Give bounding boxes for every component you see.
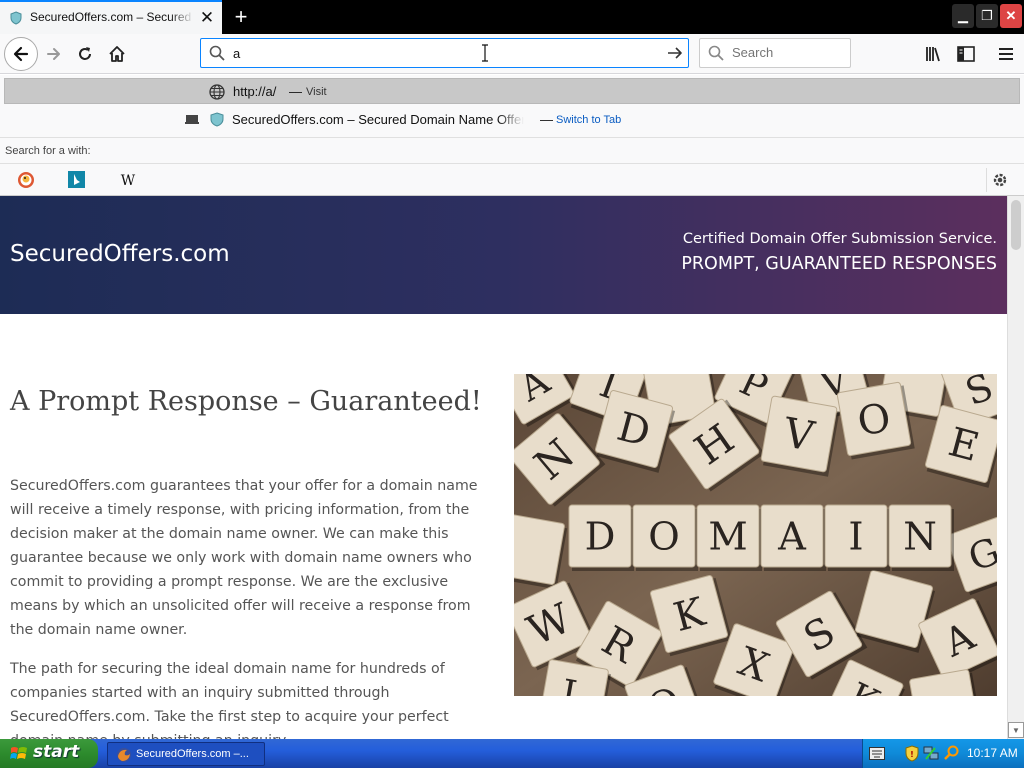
arrow-right-icon xyxy=(47,48,60,60)
page-headline: A Prompt Response – Guaranteed! xyxy=(10,386,482,417)
windows-taskbar: start SecuredOffers.com –... ! 10:17 AM xyxy=(0,739,1024,768)
go-arrow-icon[interactable] xyxy=(664,42,686,64)
start-label: start xyxy=(33,742,80,762)
home-button[interactable] xyxy=(103,40,131,68)
arrow-left-icon xyxy=(13,46,29,62)
restore-button[interactable]: ❐ xyxy=(976,4,998,28)
keyboard-icon[interactable] xyxy=(869,747,885,760)
search-bar[interactable] xyxy=(699,38,851,68)
new-tab-button[interactable]: + xyxy=(228,4,254,30)
back-button[interactable] xyxy=(4,37,38,71)
autocomplete-row-visit[interactable]: http://a/ — Visit xyxy=(4,78,1020,104)
autocomplete-row-switch-tab[interactable]: SecuredOffers.com – Secured Domain Name … xyxy=(4,107,1020,133)
switch-to-tab-action: Switch to Tab xyxy=(556,114,622,126)
taskbar-window-firefox[interactable]: SecuredOffers.com –... xyxy=(107,742,265,766)
network-icon[interactable] xyxy=(923,745,939,761)
svg-text:I: I xyxy=(848,515,863,560)
page-header-banner: SecuredOffers.com Certified Domain Offer… xyxy=(0,196,1007,314)
word-tile-m-2: M xyxy=(696,504,762,571)
scroll-thumb[interactable] xyxy=(1011,200,1021,250)
search-for-header: Search for a with: xyxy=(0,137,1024,162)
gear-icon[interactable] xyxy=(986,168,1012,192)
path-paragraph: The path for securing the ideal domain n… xyxy=(10,661,449,739)
svg-text:W: W xyxy=(121,173,136,189)
forward-button[interactable] xyxy=(40,40,68,68)
bing-icon[interactable] xyxy=(64,168,90,192)
svg-text:M: M xyxy=(708,515,747,560)
svg-text:A: A xyxy=(777,515,807,560)
security-shield-icon[interactable]: ! xyxy=(905,745,919,762)
duckduckgo-icon[interactable] xyxy=(13,168,39,192)
letter-tiles-illustration: AIPVSNDHVOEGWRKXSALOK DOMAIN xyxy=(514,374,997,696)
clock: 10:17 AM xyxy=(967,746,1018,760)
svg-text:N: N xyxy=(903,515,937,560)
close-icon[interactable]: ✕ xyxy=(198,9,216,27)
word-tile-n-5: N xyxy=(888,504,954,571)
search-icon[interactable] xyxy=(943,745,959,761)
url-bar[interactable] xyxy=(200,38,689,68)
web-page: SecuredOffers.com Certified Domain Offer… xyxy=(0,196,1007,739)
svg-text:D: D xyxy=(585,515,616,560)
site-title[interactable]: SecuredOffers.com xyxy=(10,241,230,267)
domain-tiles-image: AIPVSNDHVOEGWRKXSALOK DOMAIN xyxy=(514,374,997,696)
svg-text:O: O xyxy=(648,515,680,560)
minimize-button[interactable]: ▁ xyxy=(952,4,974,28)
autocomplete-title: SecuredOffers.com – Secured Domain Name … xyxy=(232,112,524,127)
shield-icon xyxy=(10,11,22,25)
visit-action: Visit xyxy=(306,86,327,98)
wikipedia-icon[interactable]: W xyxy=(115,168,141,192)
globe-icon xyxy=(209,84,225,100)
search-for-label: Search for a with: xyxy=(5,145,91,157)
reload-icon xyxy=(79,47,91,60)
scatter-tile-11: O xyxy=(836,381,915,460)
text-cursor-icon xyxy=(482,44,488,62)
search-icon xyxy=(209,45,225,61)
tab-bar: SecuredOffers.com – Secured Domain Name … xyxy=(0,0,1024,34)
shield-icon xyxy=(210,112,224,127)
firefox-icon xyxy=(117,748,131,762)
home-icon xyxy=(109,46,125,62)
svg-text:!: ! xyxy=(910,750,914,759)
page-scrollbar[interactable]: ▲ ▼ xyxy=(1007,196,1024,739)
word-tile-i-4: I xyxy=(824,504,890,571)
autocomplete-url: http://a/ xyxy=(233,84,277,99)
search-input[interactable] xyxy=(732,45,842,60)
reload-button[interactable] xyxy=(71,40,99,68)
one-off-search-engines: W xyxy=(0,163,1024,196)
open-tab-icon xyxy=(185,115,199,124)
intro-paragraph: SecuredOffers.com guarantees that your o… xyxy=(10,478,478,638)
url-input[interactable] xyxy=(233,45,653,62)
hamburger-menu-icon[interactable] xyxy=(992,40,1020,68)
windows-logo-icon xyxy=(10,747,27,759)
system-tray: ! 10:17 AM xyxy=(862,739,1024,768)
window-close-button[interactable]: ✕ xyxy=(1000,4,1022,28)
scatter-tile-10: V xyxy=(760,395,840,477)
search-icon xyxy=(708,45,724,61)
word-tile-d-0: D xyxy=(568,504,634,571)
taskbar-window-label: SecuredOffers.com –... xyxy=(136,748,249,760)
tab-title: SecuredOffers.com – Secured Domain Name … xyxy=(30,10,194,24)
tagline-primary: Certified Domain Offer Submission Servic… xyxy=(682,231,997,247)
library-icon[interactable] xyxy=(920,40,948,68)
start-button[interactable]: start xyxy=(0,739,98,768)
tagline-secondary: PROMPT, GUARANTEED RESPONSES xyxy=(681,254,997,274)
sidebar-icon[interactable] xyxy=(952,40,980,68)
separator: — xyxy=(289,84,302,99)
separator: — xyxy=(540,112,553,127)
scroll-down-arrow-icon[interactable]: ▼ xyxy=(1008,722,1024,738)
url-autocomplete-popup: http://a/ — Visit SecuredOffers.com – Se… xyxy=(0,75,1024,196)
word-tile-o-1: O xyxy=(632,504,698,571)
navigation-toolbar xyxy=(0,34,1024,74)
word-tile-a-3: A xyxy=(760,504,826,571)
tab-securedoffers[interactable]: SecuredOffers.com – Secured Domain Name … xyxy=(0,0,222,34)
